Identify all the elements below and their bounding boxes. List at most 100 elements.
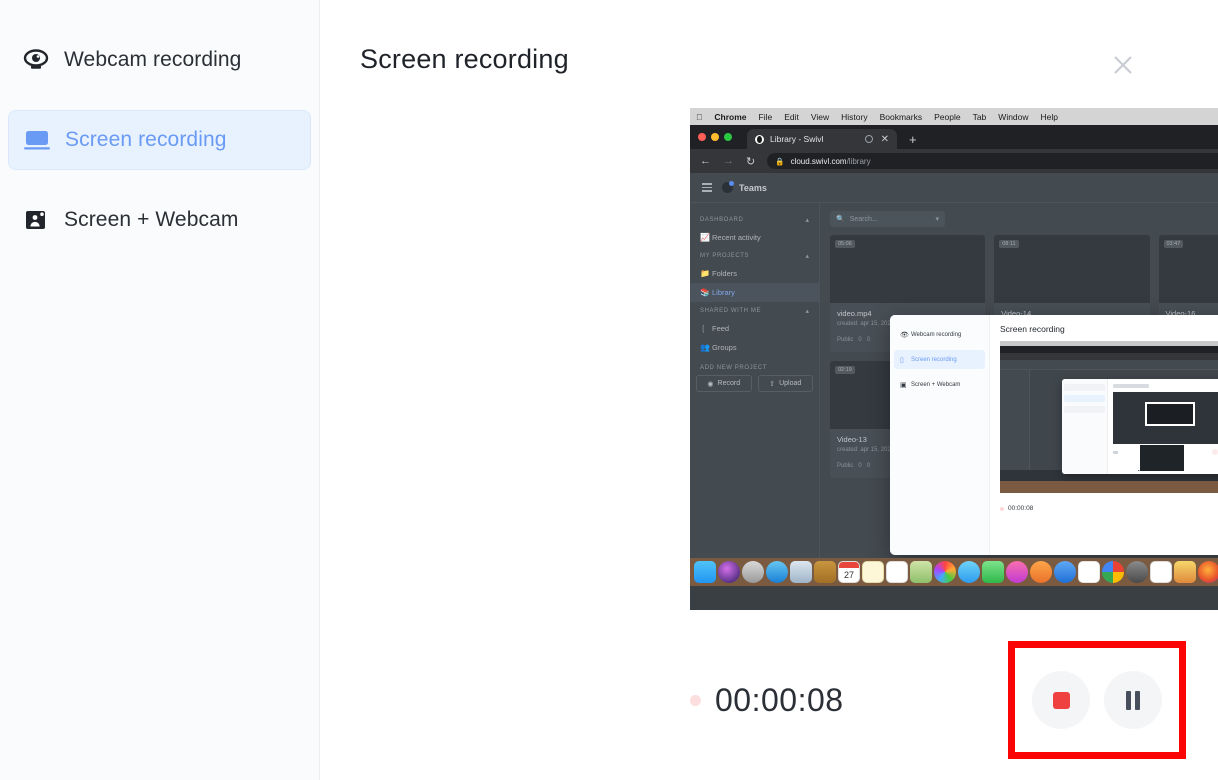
sidebar-item-label: Webcam recording	[64, 48, 242, 71]
stop-recording-button[interactable]	[1032, 671, 1090, 729]
menu-edit[interactable]: Edit	[784, 112, 799, 122]
add-new-project-heading: ADD NEW PROJECT	[700, 365, 768, 371]
slack-icon[interactable]	[1078, 561, 1100, 583]
forward-icon[interactable]: →	[723, 155, 734, 167]
nav-group-my-projects[interactable]: MY PROJECTS ▴	[690, 247, 819, 264]
level3-sidebar	[1062, 379, 1108, 474]
nav-item-folders[interactable]: 📁 Folders	[690, 264, 819, 283]
recording-timer: 00:00:08	[690, 682, 844, 719]
chevron-up-icon[interactable]: ▴	[805, 216, 809, 224]
keynote-icon[interactable]	[1174, 561, 1196, 583]
dialog-main: Screen recording  Chrome File Edit View…	[320, 0, 1218, 780]
nested-sidebar-label: Screen recording	[911, 356, 957, 363]
chrome-icon[interactable]	[1102, 561, 1124, 583]
screen-webcam-icon: ▣	[900, 381, 907, 389]
menu-history[interactable]: History	[841, 112, 867, 122]
sidebar-item-screen-webcam[interactable]: Screen + Webcam	[8, 190, 311, 250]
hamburger-icon[interactable]	[702, 182, 712, 192]
calendar-icon[interactable]: 27	[838, 561, 860, 583]
chevron-up-icon[interactable]: ▴	[805, 252, 809, 260]
firefox-icon[interactable]	[1198, 561, 1218, 583]
nav-group-dashboard[interactable]: DASHBOARD ▴	[690, 211, 819, 228]
photos-icon[interactable]	[934, 561, 956, 583]
comments-count: 0	[866, 462, 871, 469]
nav-group-shared-with-me[interactable]: SHARED WITH ME ▴	[690, 302, 819, 319]
finder-icon[interactable]	[694, 561, 716, 583]
settings-icon[interactable]	[1126, 561, 1148, 583]
reminders-icon[interactable]	[886, 561, 908, 583]
tab-close-icon[interactable]: ✕	[881, 134, 889, 145]
nested-screen-recording-dialog: 👁 Webcam recording ▯ Screen recording ▣ …	[890, 315, 1218, 555]
maximize-window-dot[interactable]	[724, 133, 732, 141]
share-icon: ❲	[700, 324, 707, 333]
nav-group-label: DASHBOARD	[700, 217, 744, 223]
notes-icon[interactable]	[862, 561, 884, 583]
nested-sidebar-item-webcam[interactable]: 👁 Webcam recording	[894, 325, 985, 344]
nav-item-recent-activity[interactable]: 📈 Recent activity	[690, 228, 819, 247]
dock-icons: 27	[694, 561, 1218, 583]
upload-button[interactable]: ⇧ Upload	[757, 375, 813, 392]
video-thumbnail[interactable]: 05:06	[830, 235, 986, 303]
level3-item	[1064, 384, 1105, 391]
swivl-sidebar: DASHBOARD ▴ 📈 Recent activity MY PROJECT…	[690, 203, 820, 586]
safari-icon[interactable]	[766, 561, 788, 583]
menu-file[interactable]: File	[759, 112, 773, 122]
record-button[interactable]: ◉ Record	[696, 375, 752, 392]
maps-icon[interactable]	[910, 561, 932, 583]
new-tab-button[interactable]: +	[909, 132, 917, 147]
close-icon[interactable]	[1106, 48, 1140, 82]
facetime-icon[interactable]	[982, 561, 1004, 583]
menu-people[interactable]: People	[934, 112, 960, 122]
nav-item-library[interactable]: 📚 Library	[690, 283, 819, 302]
back-icon[interactable]: ←	[700, 155, 711, 167]
reload-icon[interactable]: ↻	[746, 155, 755, 168]
menu-bookmarks[interactable]: Bookmarks	[880, 112, 923, 122]
nav-item-feed[interactable]: ❲ Feed	[690, 319, 819, 338]
nested-sidebar-item-screen-webcam[interactable]: ▣ Screen + Webcam	[894, 375, 985, 394]
menu-tab[interactable]: Tab	[973, 112, 987, 122]
address-bar[interactable]: 🔒 cloud.swivl.com /library	[767, 153, 1218, 169]
groups-icon: 👥	[700, 343, 710, 352]
nav-item-label: Library	[712, 288, 735, 297]
content-toolbar: 🔍 Search... ▾ 📁 Add Folder +	[830, 211, 1218, 227]
filter-icon[interactable]: ▾	[935, 215, 939, 223]
menu-view[interactable]: View	[811, 112, 829, 122]
recording-controls-highlight	[1008, 641, 1186, 759]
swivl-logo-icon	[722, 181, 734, 193]
pause-recording-button[interactable]	[1104, 671, 1162, 729]
nested-sidebar-item-screen[interactable]: ▯ Screen recording	[894, 350, 985, 369]
recorder-controls-bar: 00:00:08	[690, 640, 1218, 760]
launchpad-icon[interactable]	[742, 561, 764, 583]
close-window-dot[interactable]	[698, 133, 706, 141]
minimize-window-dot[interactable]	[711, 133, 719, 141]
stop-square-icon	[1052, 691, 1070, 709]
nav-item-groups[interactable]: 👥 Groups	[690, 338, 819, 357]
chevron-up-icon[interactable]: ▴	[805, 307, 809, 315]
menu-help[interactable]: Help	[1041, 112, 1058, 122]
books-icon[interactable]	[1030, 561, 1052, 583]
contacts-icon[interactable]	[814, 561, 836, 583]
messages-icon[interactable]	[958, 561, 980, 583]
video-thumbnail[interactable]: 08:11	[994, 235, 1150, 303]
tab-audio-icon[interactable]	[864, 135, 873, 143]
upload-icon: ⇧	[769, 380, 776, 388]
browser-tab[interactable]: Library - Swivl ✕	[747, 129, 897, 149]
record-label: Record	[717, 380, 741, 387]
nested-dialog-main: Screen recording ✕	[990, 315, 1218, 555]
window-controls[interactable]	[698, 125, 737, 149]
search-input[interactable]: 🔍 Search... ▾	[830, 211, 945, 227]
music-icon[interactable]	[1006, 561, 1028, 583]
sidebar-item-screen-recording[interactable]: Screen recording	[8, 110, 311, 170]
sidebar-item-webcam-recording[interactable]: Webcam recording	[8, 30, 311, 90]
siri-icon[interactable]	[718, 561, 740, 583]
app-store-icon[interactable]	[1054, 561, 1076, 583]
level3-item-active	[1064, 395, 1105, 402]
figma-icon[interactable]	[1150, 561, 1172, 583]
lock-icon: 🔒	[775, 156, 785, 166]
preview-icon[interactable]	[790, 561, 812, 583]
menu-window[interactable]: Window	[998, 112, 1028, 122]
menu-chrome[interactable]: Chrome	[714, 112, 746, 122]
video-thumbnail[interactable]: 03:47	[1158, 235, 1218, 303]
nav-group-label: SHARED WITH ME	[700, 308, 762, 314]
level3-item	[1064, 406, 1105, 413]
